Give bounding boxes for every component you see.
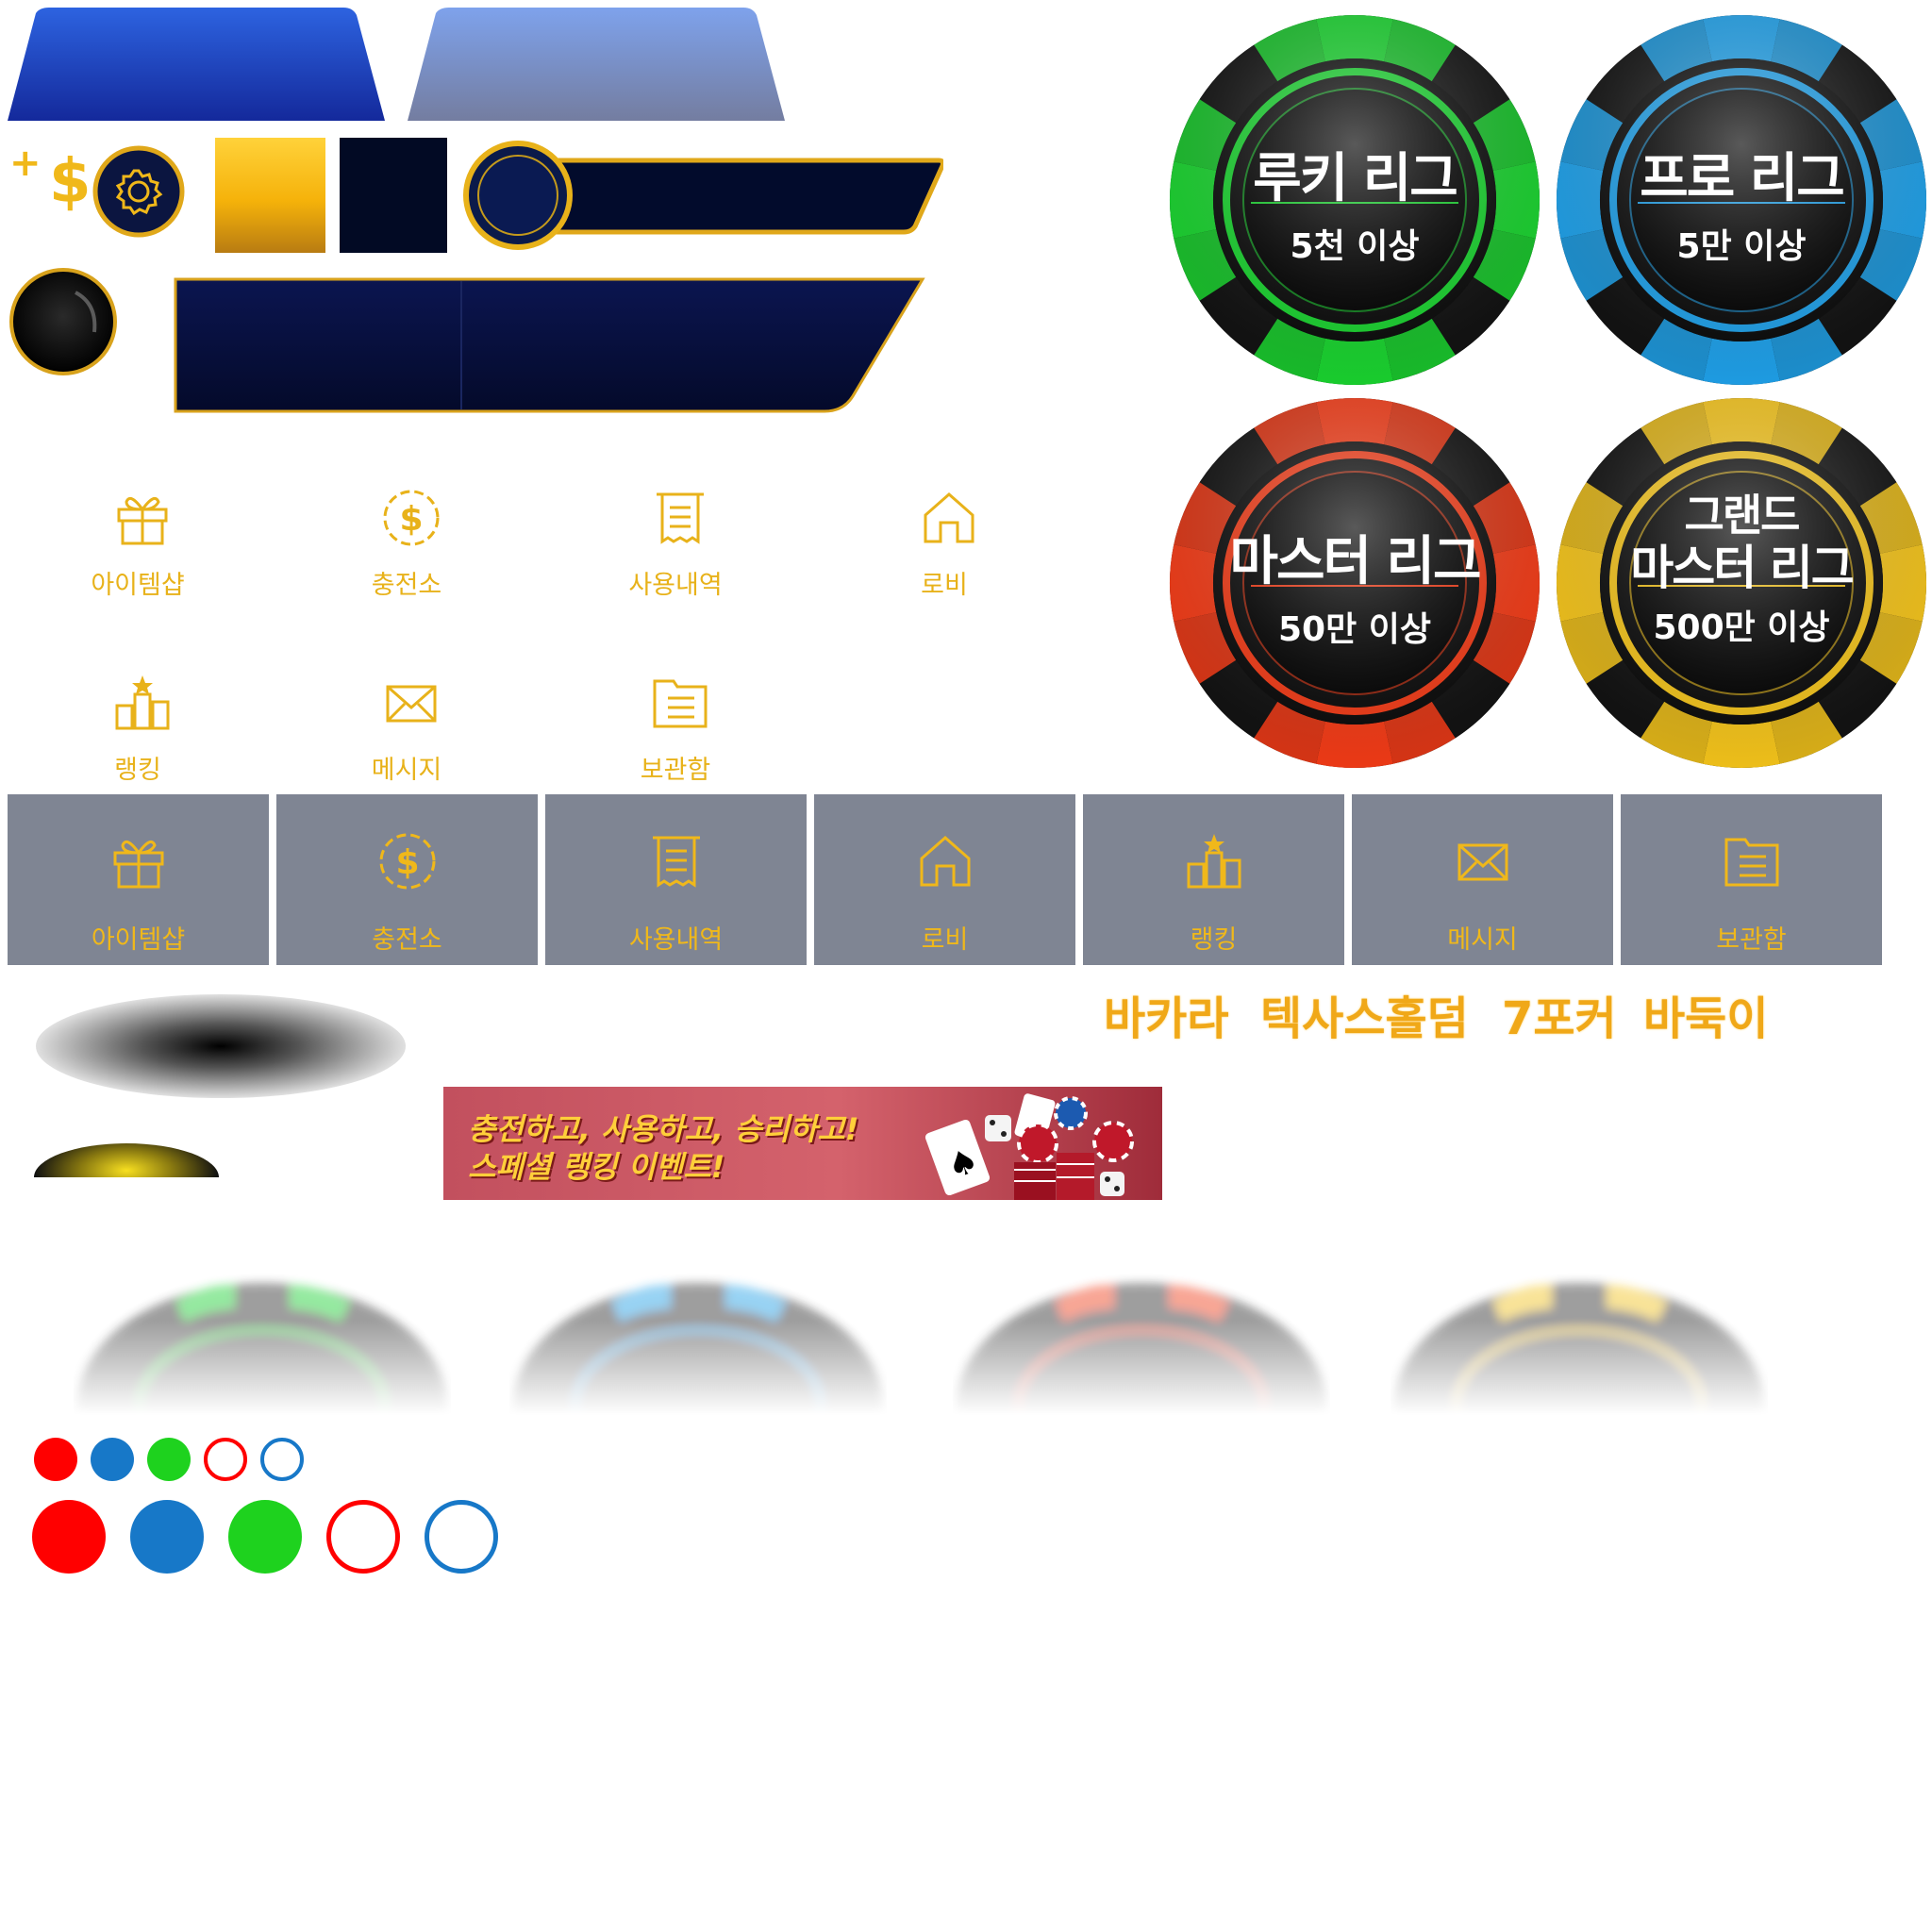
svg-text:$: $ [399, 500, 423, 539]
chip-reflection-gold [1391, 1283, 1768, 1415]
dollar-coin-icon: $ [379, 833, 436, 890]
status-ring-blue-large [425, 1500, 498, 1574]
status-ring-blue-small [260, 1438, 304, 1481]
nav-tile-label: 아이템샵 [91, 925, 186, 955]
info-panel [174, 277, 925, 413]
folder-icon [1724, 838, 1779, 887]
menu-item-ranking[interactable]: 랭킹 [34, 649, 242, 791]
gold-square [215, 138, 325, 253]
folder-icon [653, 679, 708, 728]
orb-button[interactable] [8, 266, 119, 377]
menu-item-charge[interactable]: $ 충전소 [303, 464, 510, 606]
league-chip-grand-master[interactable]: 그랜드 마스터 리그 500만 이상 [1553, 394, 1930, 772]
profile-bar[interactable] [462, 140, 943, 251]
league-title: 프로 리그 [1640, 148, 1845, 209]
home-icon [924, 492, 974, 543]
chip-reflection-green [74, 1283, 451, 1415]
nav-tile-charge[interactable]: $ 충전소 [276, 794, 538, 965]
menu-item-label: 메시지 [371, 756, 442, 785]
home-icon [920, 836, 971, 887]
league-chip-rookie[interactable]: 루키 리그 5천 이상 [1166, 11, 1543, 389]
menu-item-label: 랭킹 [114, 756, 161, 785]
menu-item-lobby[interactable]: 로비 [841, 464, 1048, 606]
status-dot-blue-large [130, 1500, 204, 1574]
menu-item-message[interactable]: 메시지 [303, 649, 510, 791]
league-threshold: 50만 이상 [1278, 610, 1431, 649]
svg-text:$: $ [395, 843, 419, 882]
nav-tile-item-shop[interactable]: 아이템샵 [8, 794, 269, 965]
shadow-ellipse [36, 994, 406, 1098]
settings-button[interactable] [92, 145, 185, 238]
status-ring-red-large [326, 1500, 400, 1574]
nav-tile-history[interactable]: 사용내역 [545, 794, 807, 965]
menu-item-history[interactable]: 사용내역 [572, 464, 779, 606]
status-dot-blue-small [91, 1438, 134, 1481]
menu-item-label: 로비 [921, 571, 968, 600]
league-title: 마스터 리그 [1229, 531, 1481, 592]
envelope-icon [386, 685, 437, 723]
nav-tile-ranking[interactable]: 랭킹 [1083, 794, 1344, 965]
menu-item-item-shop[interactable]: 아이템샵 [34, 464, 242, 606]
plus-sign[interactable]: + [9, 142, 42, 185]
status-dot-green-small [147, 1438, 191, 1481]
nav-tile-message[interactable]: 메시지 [1352, 794, 1613, 965]
league-chip-pro[interactable]: 프로 리그 5만 이상 [1553, 11, 1930, 389]
nav-tile-lobby[interactable]: 로비 [814, 794, 1075, 965]
status-ring-red-small [204, 1438, 247, 1481]
tab-inactive[interactable] [408, 6, 785, 121]
game-tab-texas-holdem[interactable]: 텍사스홀덤 [1260, 981, 1469, 1047]
dollar-sign: $ [49, 147, 92, 217]
league-title: 루키 리그 [1253, 148, 1458, 209]
nav-tile-label: 로비 [921, 925, 969, 955]
event-banner[interactable]: 충전하고, 사용하고, 승리하고! 스페셜 랭킹 이벤트! ♠ [443, 1087, 1162, 1200]
nav-tile-label: 충전소 [372, 925, 442, 955]
nav-tile-label: 메시지 [1447, 925, 1518, 955]
chip-reflection-blue [509, 1283, 887, 1415]
podium-icon [115, 675, 170, 730]
dollar-coin-icon: $ [383, 490, 440, 546]
chip-reflection-red [953, 1283, 1330, 1415]
gold-glow [34, 1143, 219, 1177]
game-tab-seven-poker[interactable]: 7포커 [1502, 981, 1617, 1047]
status-dot-red-small [34, 1438, 77, 1481]
receipt-icon [653, 836, 700, 888]
league-chip-master[interactable]: 마스터 리그 50만 이상 [1166, 394, 1543, 772]
league-threshold: 5만 이상 [1676, 227, 1807, 266]
league-title-line2: 마스터 리그 [1630, 541, 1854, 595]
nav-tile-label: 사용내역 [628, 925, 724, 955]
gift-icon [113, 840, 164, 889]
menu-item-storage[interactable]: 보관함 [572, 649, 779, 791]
game-tab-baccarat[interactable]: 바카라 [1104, 981, 1228, 1047]
nav-tile-label: 보관함 [1716, 925, 1787, 955]
status-dot-green-large [228, 1500, 302, 1574]
casino-chips-illustration: ♠ [924, 1093, 1134, 1200]
nav-tile-storage[interactable]: 보관함 [1621, 794, 1882, 965]
menu-item-label: 보관함 [640, 756, 711, 785]
game-tab-badugi[interactable]: 바둑이 [1643, 981, 1768, 1047]
league-threshold: 5천 이상 [1290, 227, 1420, 266]
gift-icon [117, 496, 168, 545]
podium-icon [1187, 834, 1241, 889]
menu-item-label: 사용내역 [628, 571, 723, 600]
tab-active[interactable] [8, 6, 385, 121]
menu-item-label: 충전소 [371, 571, 442, 600]
banner-line-2: 스페셜 랭킹 이벤트! [468, 1149, 725, 1185]
envelope-icon [1457, 843, 1508, 881]
navy-square [340, 138, 447, 253]
nav-tile-label: 랭킹 [1190, 925, 1238, 955]
league-threshold: 500만 이상 [1653, 608, 1830, 647]
receipt-icon [657, 492, 704, 544]
menu-item-label: 아이템샵 [91, 571, 185, 600]
status-dot-red-large [32, 1500, 106, 1574]
